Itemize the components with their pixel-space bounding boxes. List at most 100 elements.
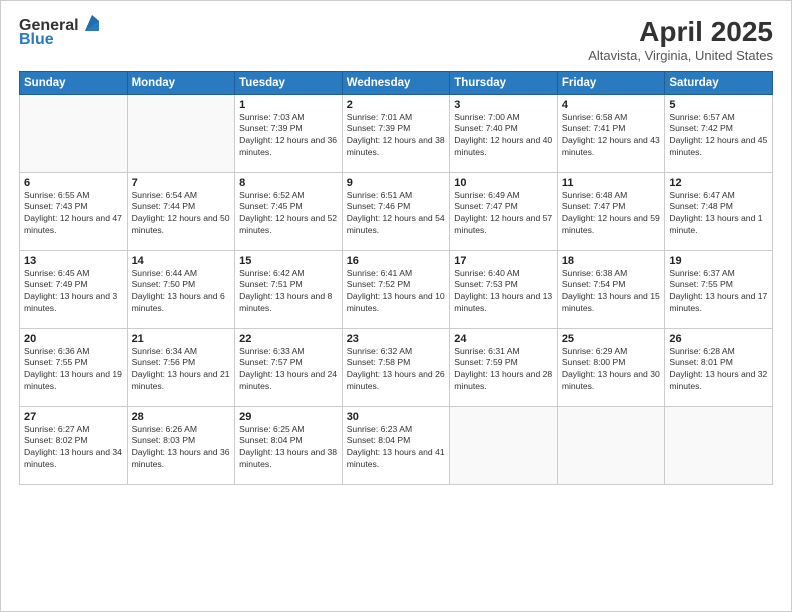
day-info: Sunrise: 6:58 AM Sunset: 7:41 PM Dayligh… <box>562 112 661 158</box>
calendar-header-thursday: Thursday <box>450 71 558 94</box>
calendar-header-wednesday: Wednesday <box>342 71 450 94</box>
day-info: Sunrise: 6:29 AM Sunset: 8:00 PM Dayligh… <box>562 346 661 392</box>
day-info: Sunrise: 6:38 AM Sunset: 7:54 PM Dayligh… <box>562 268 661 314</box>
calendar-cell <box>665 406 773 484</box>
day-info: Sunrise: 6:47 AM Sunset: 7:48 PM Dayligh… <box>669 190 768 236</box>
calendar-cell: 20Sunrise: 6:36 AM Sunset: 7:55 PM Dayli… <box>20 328 128 406</box>
page: General Blue April 2025 Altavista, Virgi… <box>0 0 792 612</box>
day-info: Sunrise: 6:51 AM Sunset: 7:46 PM Dayligh… <box>347 190 446 236</box>
day-info: Sunrise: 6:48 AM Sunset: 7:47 PM Dayligh… <box>562 190 661 236</box>
calendar-header-saturday: Saturday <box>665 71 773 94</box>
day-number: 4 <box>562 99 661 111</box>
day-info: Sunrise: 6:44 AM Sunset: 7:50 PM Dayligh… <box>132 268 231 314</box>
day-number: 28 <box>132 411 231 423</box>
calendar-cell: 30Sunrise: 6:23 AM Sunset: 8:04 PM Dayli… <box>342 406 450 484</box>
calendar-cell: 15Sunrise: 6:42 AM Sunset: 7:51 PM Dayli… <box>235 250 343 328</box>
calendar-cell: 13Sunrise: 6:45 AM Sunset: 7:49 PM Dayli… <box>20 250 128 328</box>
calendar-cell <box>557 406 665 484</box>
day-info: Sunrise: 6:23 AM Sunset: 8:04 PM Dayligh… <box>347 424 446 470</box>
calendar-cell: 9Sunrise: 6:51 AM Sunset: 7:46 PM Daylig… <box>342 172 450 250</box>
day-number: 23 <box>347 333 446 345</box>
calendar-week-1: 1Sunrise: 7:03 AM Sunset: 7:39 PM Daylig… <box>20 94 773 172</box>
day-info: Sunrise: 6:26 AM Sunset: 8:03 PM Dayligh… <box>132 424 231 470</box>
day-number: 20 <box>24 333 123 345</box>
calendar-header-sunday: Sunday <box>20 71 128 94</box>
day-number: 13 <box>24 255 123 267</box>
calendar-week-5: 27Sunrise: 6:27 AM Sunset: 8:02 PM Dayli… <box>20 406 773 484</box>
calendar-cell: 2Sunrise: 7:01 AM Sunset: 7:39 PM Daylig… <box>342 94 450 172</box>
day-number: 1 <box>239 99 338 111</box>
day-info: Sunrise: 6:36 AM Sunset: 7:55 PM Dayligh… <box>24 346 123 392</box>
day-info: Sunrise: 6:27 AM Sunset: 8:02 PM Dayligh… <box>24 424 123 470</box>
day-info: Sunrise: 6:57 AM Sunset: 7:42 PM Dayligh… <box>669 112 768 158</box>
day-number: 10 <box>454 177 553 189</box>
calendar-cell: 14Sunrise: 6:44 AM Sunset: 7:50 PM Dayli… <box>127 250 235 328</box>
day-info: Sunrise: 6:54 AM Sunset: 7:44 PM Dayligh… <box>132 190 231 236</box>
calendar-cell: 6Sunrise: 6:55 AM Sunset: 7:43 PM Daylig… <box>20 172 128 250</box>
calendar-cell <box>127 94 235 172</box>
day-number: 17 <box>454 255 553 267</box>
day-info: Sunrise: 6:42 AM Sunset: 7:51 PM Dayligh… <box>239 268 338 314</box>
day-number: 12 <box>669 177 768 189</box>
calendar-week-4: 20Sunrise: 6:36 AM Sunset: 7:55 PM Dayli… <box>20 328 773 406</box>
day-number: 14 <box>132 255 231 267</box>
day-number: 22 <box>239 333 338 345</box>
calendar-cell: 16Sunrise: 6:41 AM Sunset: 7:52 PM Dayli… <box>342 250 450 328</box>
calendar-cell: 4Sunrise: 6:58 AM Sunset: 7:41 PM Daylig… <box>557 94 665 172</box>
calendar-cell: 19Sunrise: 6:37 AM Sunset: 7:55 PM Dayli… <box>665 250 773 328</box>
calendar-cell: 28Sunrise: 6:26 AM Sunset: 8:03 PM Dayli… <box>127 406 235 484</box>
day-info: Sunrise: 6:25 AM Sunset: 8:04 PM Dayligh… <box>239 424 338 470</box>
calendar-cell: 22Sunrise: 6:33 AM Sunset: 7:57 PM Dayli… <box>235 328 343 406</box>
day-number: 7 <box>132 177 231 189</box>
day-info: Sunrise: 7:01 AM Sunset: 7:39 PM Dayligh… <box>347 112 446 158</box>
calendar-cell: 3Sunrise: 7:00 AM Sunset: 7:40 PM Daylig… <box>450 94 558 172</box>
day-number: 16 <box>347 255 446 267</box>
day-info: Sunrise: 7:00 AM Sunset: 7:40 PM Dayligh… <box>454 112 553 158</box>
calendar-cell: 10Sunrise: 6:49 AM Sunset: 7:47 PM Dayli… <box>450 172 558 250</box>
day-number: 11 <box>562 177 661 189</box>
calendar-cell: 21Sunrise: 6:34 AM Sunset: 7:56 PM Dayli… <box>127 328 235 406</box>
calendar-cell: 5Sunrise: 6:57 AM Sunset: 7:42 PM Daylig… <box>665 94 773 172</box>
day-info: Sunrise: 6:28 AM Sunset: 8:01 PM Dayligh… <box>669 346 768 392</box>
day-number: 9 <box>347 177 446 189</box>
day-number: 3 <box>454 99 553 111</box>
calendar-week-2: 6Sunrise: 6:55 AM Sunset: 7:43 PM Daylig… <box>20 172 773 250</box>
logo-icon <box>81 13 103 35</box>
calendar-header-tuesday: Tuesday <box>235 71 343 94</box>
day-info: Sunrise: 6:32 AM Sunset: 7:58 PM Dayligh… <box>347 346 446 392</box>
calendar-cell: 12Sunrise: 6:47 AM Sunset: 7:48 PM Dayli… <box>665 172 773 250</box>
calendar-cell <box>20 94 128 172</box>
day-number: 18 <box>562 255 661 267</box>
calendar-cell: 29Sunrise: 6:25 AM Sunset: 8:04 PM Dayli… <box>235 406 343 484</box>
calendar-cell: 27Sunrise: 6:27 AM Sunset: 8:02 PM Dayli… <box>20 406 128 484</box>
calendar-cell: 24Sunrise: 6:31 AM Sunset: 7:59 PM Dayli… <box>450 328 558 406</box>
calendar-cell: 7Sunrise: 6:54 AM Sunset: 7:44 PM Daylig… <box>127 172 235 250</box>
title-block: April 2025 Altavista, Virginia, United S… <box>588 17 773 63</box>
day-number: 26 <box>669 333 768 345</box>
header: General Blue April 2025 Altavista, Virgi… <box>19 17 773 63</box>
day-number: 24 <box>454 333 553 345</box>
day-info: Sunrise: 6:40 AM Sunset: 7:53 PM Dayligh… <box>454 268 553 314</box>
day-info: Sunrise: 6:55 AM Sunset: 7:43 PM Dayligh… <box>24 190 123 236</box>
day-number: 19 <box>669 255 768 267</box>
calendar-cell: 17Sunrise: 6:40 AM Sunset: 7:53 PM Dayli… <box>450 250 558 328</box>
calendar-cell <box>450 406 558 484</box>
day-number: 6 <box>24 177 123 189</box>
day-number: 30 <box>347 411 446 423</box>
day-number: 25 <box>562 333 661 345</box>
day-number: 21 <box>132 333 231 345</box>
day-number: 29 <box>239 411 338 423</box>
day-info: Sunrise: 6:33 AM Sunset: 7:57 PM Dayligh… <box>239 346 338 392</box>
calendar-cell: 1Sunrise: 7:03 AM Sunset: 7:39 PM Daylig… <box>235 94 343 172</box>
logo: General Blue <box>19 17 103 49</box>
calendar: SundayMondayTuesdayWednesdayThursdayFrid… <box>19 71 773 485</box>
day-number: 27 <box>24 411 123 423</box>
calendar-cell: 23Sunrise: 6:32 AM Sunset: 7:58 PM Dayli… <box>342 328 450 406</box>
day-number: 2 <box>347 99 446 111</box>
calendar-cell: 8Sunrise: 6:52 AM Sunset: 7:45 PM Daylig… <box>235 172 343 250</box>
day-info: Sunrise: 6:37 AM Sunset: 7:55 PM Dayligh… <box>669 268 768 314</box>
calendar-header-row: SundayMondayTuesdayWednesdayThursdayFrid… <box>20 71 773 94</box>
calendar-cell: 18Sunrise: 6:38 AM Sunset: 7:54 PM Dayli… <box>557 250 665 328</box>
day-info: Sunrise: 7:03 AM Sunset: 7:39 PM Dayligh… <box>239 112 338 158</box>
day-number: 5 <box>669 99 768 111</box>
